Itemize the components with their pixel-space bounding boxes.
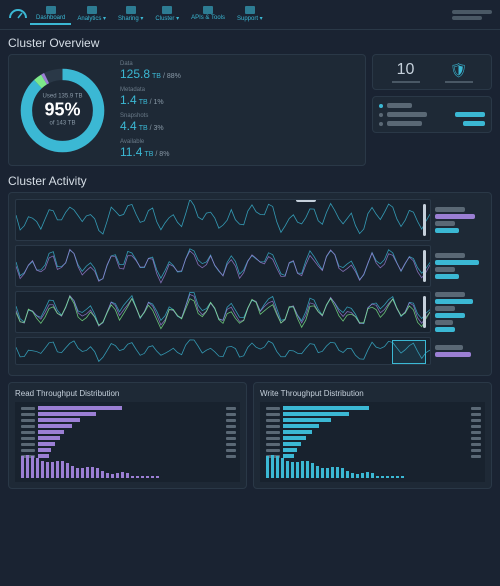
write-dist-chart [260, 402, 485, 482]
dist-bar [38, 442, 55, 446]
activity-chart-1[interactable] [15, 245, 431, 287]
usage-donut: Used 135.9 TB 95% of 143 TB [15, 63, 110, 158]
read-dist-title: Read Throughput Distribution [15, 389, 240, 398]
storage-stats: Data 125.8TB / 88%Metadata 1.4TB / 1%Sna… [120, 61, 181, 159]
chart-handle[interactable] [423, 250, 426, 282]
dist-bar [38, 412, 96, 416]
donut-percent: 95% [43, 100, 83, 121]
node-count: 10 [392, 61, 420, 79]
dist-bar [283, 430, 312, 434]
activity-chart-0[interactable] [15, 199, 431, 241]
read-dist-chart [15, 402, 240, 482]
stat-value: 4.4 [120, 119, 137, 133]
chart-handle[interactable] [423, 204, 426, 236]
placeholder-bar [452, 10, 492, 14]
write-dist-title: Write Throughput Distribution [260, 389, 485, 398]
top-right-controls [452, 10, 492, 20]
dist-bar [283, 418, 331, 422]
chart-legend [435, 291, 485, 333]
activity-panel [8, 192, 492, 376]
dist-bar [283, 448, 297, 452]
dist-bar [283, 424, 319, 428]
stat-value: 11.4 [120, 145, 142, 159]
read-dist-panel: Read Throughput Distribution [8, 382, 247, 489]
activity-chart-3[interactable] [15, 337, 431, 365]
nav-dashboard[interactable]: Dashboard [30, 4, 71, 25]
nav-icon [245, 6, 255, 14]
dist-bar [38, 430, 64, 434]
selection-box[interactable] [392, 340, 426, 364]
shield-icon: 🛡 [450, 62, 468, 78]
stat-value: 125.8 [120, 67, 150, 81]
overview-panel: Used 135.9 TB 95% of 143 TB Data 125.8TB… [8, 54, 366, 166]
dist-bar [283, 406, 369, 410]
chart-legend [435, 199, 485, 241]
chart-legend [435, 337, 485, 365]
info-card-top: 10 🛡 [372, 54, 492, 90]
top-nav: DashboardAnalytics ▾Sharing ▾Cluster ▾AP… [0, 0, 500, 30]
nav-sharing[interactable]: Sharing ▾ [112, 4, 149, 25]
nav-icon [87, 6, 97, 14]
nav-icon [203, 6, 213, 14]
nav-analytics[interactable]: Analytics ▾ [71, 4, 112, 25]
donut-total-label: of 143 TB [43, 121, 83, 127]
dist-bar [283, 412, 349, 416]
dist-bar [283, 436, 306, 440]
info-card-bottom [372, 96, 492, 133]
write-dist-panel: Write Throughput Distribution [253, 382, 492, 489]
nav-icon [126, 6, 136, 14]
chart-marker[interactable] [296, 199, 316, 202]
placeholder-bar [452, 16, 482, 20]
dist-bar [38, 418, 80, 422]
chart-legend [435, 245, 485, 287]
stat-value: 1.4 [120, 93, 137, 107]
dist-bar [38, 436, 60, 440]
logo-icon [8, 8, 28, 22]
overview-title: Cluster Overview [8, 36, 492, 50]
chart-handle[interactable] [423, 296, 426, 328]
nav-apistools[interactable]: APIs & Tools [185, 4, 231, 25]
nav-cluster[interactable]: Cluster ▾ [149, 4, 185, 25]
activity-chart-2[interactable] [15, 291, 431, 333]
dist-bar [38, 424, 72, 428]
dist-bar [38, 448, 51, 452]
dist-bar [283, 442, 301, 446]
nav-support[interactable]: Support ▾ [231, 4, 269, 25]
nav-icon [46, 6, 56, 14]
nav-icon [162, 6, 172, 14]
activity-title: Cluster Activity [8, 174, 492, 188]
dist-bar [38, 406, 122, 410]
